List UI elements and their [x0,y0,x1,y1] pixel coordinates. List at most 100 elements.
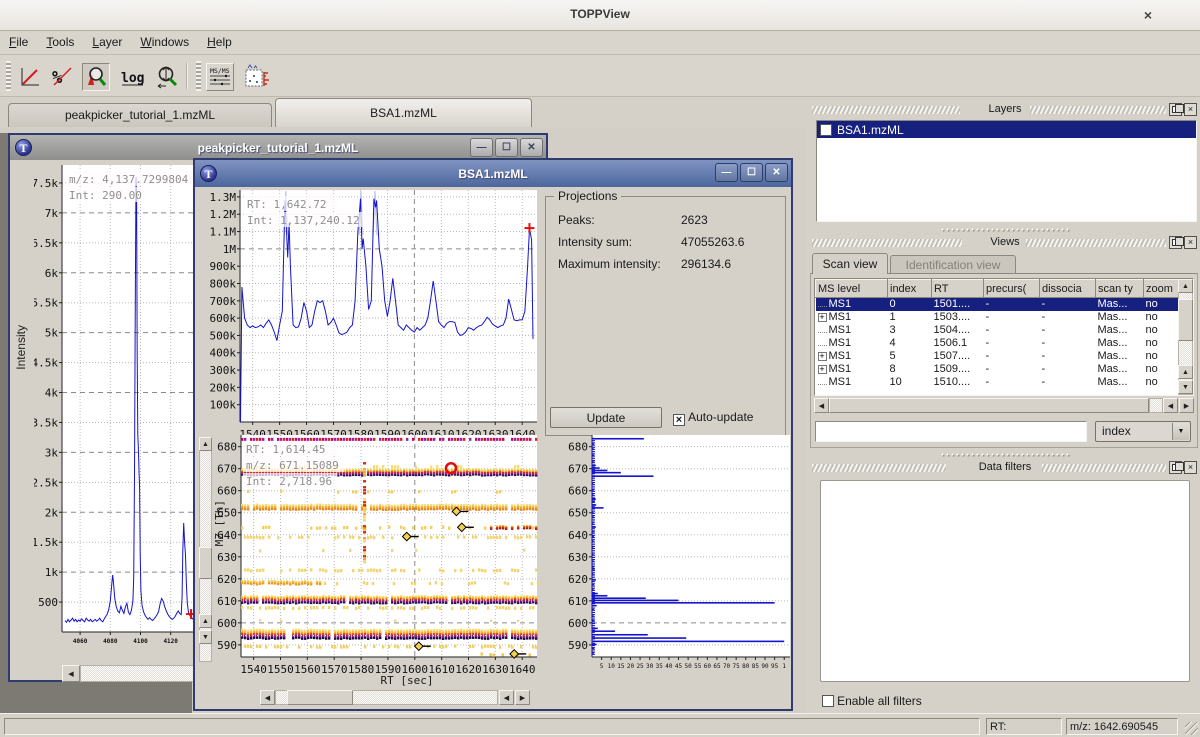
filters-dock-header[interactable]: Data filters × [812,461,1198,475]
heatmap-vscroll-up-button[interactable]: ▲ [199,437,212,451]
layers-dock-header[interactable]: Layers × [812,103,1198,117]
filters-close-button[interactable]: × [1184,461,1197,474]
scan-table-vscroll-down[interactable]: ▼ [1178,380,1193,394]
svg-text:RT: 1,614.45: RT: 1,614.45 [246,443,325,456]
mz-projection-canvas[interactable]: 5906006106206306406506606706805101520253… [568,435,796,673]
column-header-index[interactable]: index [888,280,932,298]
zoom-mode-button[interactable] [82,63,110,91]
window1-titlebar[interactable]: T peakpicker_tutorial_1.mzML — ☐ ✕ [10,135,546,160]
table-row[interactable]: MS141506.1--Mas...no [816,337,1184,350]
window1-close-button[interactable]: ✕ [520,138,543,157]
filters-float-button[interactable] [1169,461,1182,474]
main-toolbar: % log MS/MS [0,55,1200,97]
column-header-scan-ty[interactable]: scan ty [1096,280,1144,298]
column-header-ms-level[interactable]: MS level [816,280,888,298]
scan-table-vscroll-thumb[interactable] [1178,299,1193,341]
msms-precursor-button[interactable]: MS/MS [206,63,234,91]
column-header-dissocia[interactable]: dissocia [1040,280,1096,298]
heatmap-vscroll-down-button[interactable]: ▼ [199,630,212,644]
menu-layer[interactable]: Layer [83,31,131,49]
heatmap-2d-canvas[interactable]: 5906006106206306406506606706801540155015… [213,435,543,673]
scan-table-hscroll-left2[interactable]: ◀ [1163,398,1178,413]
table-row[interactable]: +MS181509....--Mas...no [816,363,1184,376]
heatmap-hscroll-thumb[interactable] [287,690,353,705]
scan-table[interactable]: MS levelindexRTprecurs(dissociascan tyzo… [815,279,1184,389]
msms-icon: MS/MS [207,64,233,90]
percentage-icon: % [50,65,74,89]
tree-expand-icon[interactable]: + [818,352,827,361]
window2-titlebar[interactable]: T BSA1.mzML — ☐ ✕ [195,160,791,187]
scan-filter-input[interactable] [815,421,1087,442]
tab-peakpicker-tutorial[interactable]: peakpicker_tutorial_1.mzML [8,103,272,127]
data-filters-list[interactable] [820,480,1190,682]
window2-maximize-button[interactable]: ☐ [740,163,763,182]
svg-text:95: 95 [771,663,779,670]
scan-table-hscroll-track[interactable] [1149,398,1163,413]
reset-zoom-button[interactable] [16,63,44,91]
intensity-percentage-button[interactable]: % [48,63,76,91]
layer-item-bsa1[interactable]: × BSA1.mzML [817,121,1196,138]
svg-text:650: 650 [568,507,588,520]
table-row[interactable]: +MS111503....--Mas...no [816,311,1184,324]
zoom-y-button[interactable] [152,63,180,91]
column-header-rt[interactable]: RT [932,280,984,298]
table-row[interactable]: MS101501....--Mas...no [816,298,1184,311]
scan-table-vscroll-up[interactable]: ▲ [1178,279,1193,293]
heatmap-vscroll-up2-button[interactable]: ▲ [199,614,212,628]
app-close-button[interactable]: × [1138,5,1158,25]
rt-projection-canvas[interactable]: 100k200k300k400k500k600k700k800k900k1M1.… [204,190,543,438]
layers-close-button[interactable]: × [1184,103,1197,116]
update-button[interactable]: Update [550,407,662,428]
scan-table-hscroll-thumb[interactable] [829,398,1149,413]
table-row[interactable]: +MS151507....--Mas...no [816,350,1184,363]
layers-list[interactable]: × BSA1.mzML [816,120,1197,222]
window2-minimize-button[interactable]: — [715,163,738,182]
svg-text:670: 670 [217,463,237,476]
scan-table-hscroll-right[interactable]: ▶ [1179,398,1194,413]
menu-windows[interactable]: Windows [131,31,198,49]
projections-button[interactable] [244,63,272,91]
heatmap-vscroll-thumb[interactable] [199,547,212,579]
menu-help[interactable]: Help [198,31,241,49]
enable-filters-row[interactable]: Enable all filters [822,694,922,708]
views-close-button[interactable]: × [1184,236,1197,249]
window-bsa1[interactable]: T BSA1.mzML — ☐ ✕ 100k200k300k400k500k60… [193,158,793,711]
tree-expand-icon[interactable]: + [818,365,827,374]
scan-filter-column-combo[interactable]: index ▼ [1095,421,1191,442]
svg-text:620: 620 [568,573,588,586]
autoupdate-checkbox[interactable]: × [673,414,685,426]
views-dock-header[interactable]: Views × [812,236,1198,250]
heatmap-hscroll-left-button[interactable]: ◀ [260,690,275,705]
toppview-application: TOPPView × FileToolsLayerWindowsHelp % l… [0,0,1200,737]
tree-expand-icon[interactable]: + [818,313,827,322]
dock-splitter-2[interactable] [940,452,1070,457]
window2-close-button[interactable]: ✕ [765,163,788,182]
table-row[interactable]: MS131504....--Mas...no [816,324,1184,337]
toolbar-handle[interactable] [6,61,11,91]
autoupdate-row[interactable]: × Auto-update [673,410,753,426]
svg-text:700k: 700k [210,295,237,308]
toolbar-handle-2[interactable] [196,61,201,91]
window1-maximize-button[interactable]: ☐ [495,138,518,157]
table-row[interactable]: MS1101510....--Mas...no [816,376,1184,389]
views-float-button[interactable] [1169,236,1182,249]
heatmap-hscroll-left2-button[interactable]: ◀ [499,690,514,705]
window1-hscroll-left-button[interactable]: ◀ [62,665,80,682]
enable-filters-checkbox[interactable] [822,695,834,707]
heatmap-hscroll-right-button[interactable]: ▶ [515,690,530,705]
tab-bsa1[interactable]: BSA1.mzML [275,98,532,127]
layer-visibility-checkbox[interactable]: × [820,124,832,136]
log-intensity-button[interactable]: log [118,63,146,91]
window1-minimize-button[interactable]: — [470,138,493,157]
dock-splitter-1[interactable] [940,227,1070,232]
layers-float-button[interactable] [1169,103,1182,116]
scan-table-hscroll-left[interactable]: ◀ [814,398,829,413]
tab-scan-view[interactable]: Scan view [812,253,888,274]
svg-text:10: 10 [608,663,616,670]
menu-tools[interactable]: Tools [37,31,83,49]
menu-file[interactable]: File [0,31,37,49]
scan-table-vscroll-up2[interactable]: ▲ [1178,365,1193,379]
resize-grip[interactable] [1185,722,1198,735]
column-header-precurs-[interactable]: precurs( [984,280,1040,298]
tab-identification-view[interactable]: Identification view [890,255,1016,274]
